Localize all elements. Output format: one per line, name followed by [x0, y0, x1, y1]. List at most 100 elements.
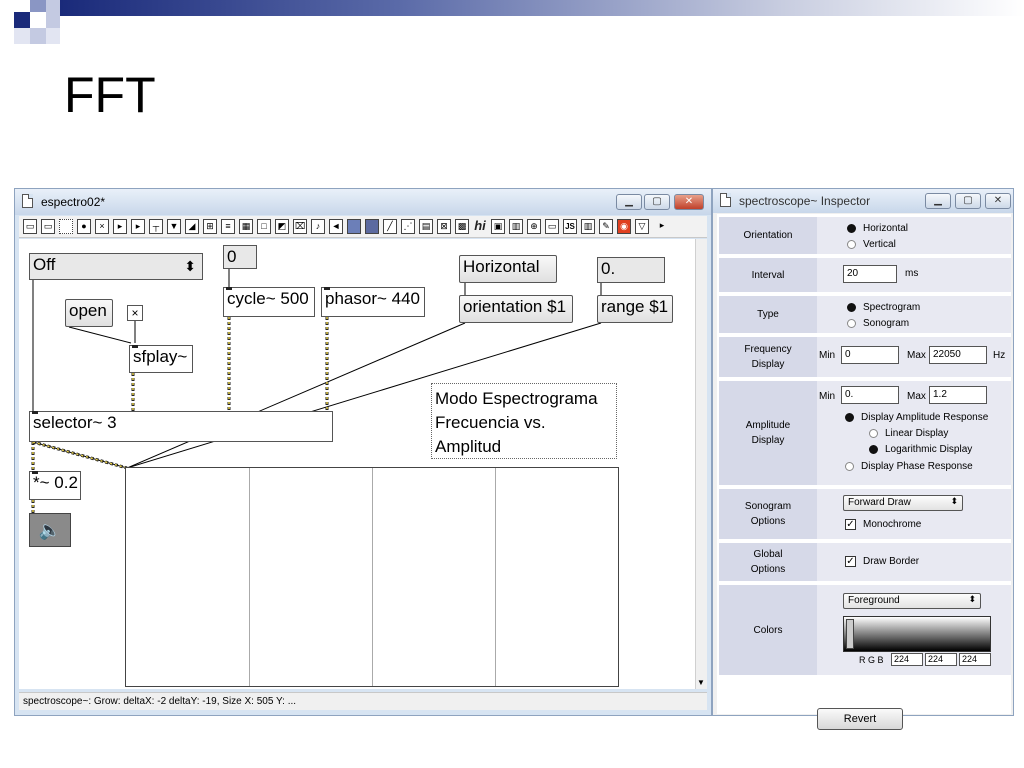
inspector-window: spectroscope~ Inspector ▁ ▢ ✕ Orientatio… [712, 188, 1014, 730]
vertical-scrollbar[interactable]: ▼ [695, 239, 707, 689]
palette-menu-icon[interactable]: ≡ [221, 219, 235, 234]
inlet [132, 345, 138, 348]
scroll-down-icon[interactable]: ▼ [697, 678, 705, 687]
signal-cord [32, 441, 128, 469]
spectrogram-radio[interactable] [847, 303, 856, 312]
palette-js-icon[interactable]: JS [563, 219, 577, 234]
signal-cord [32, 440, 128, 470]
vertical-radio[interactable] [847, 240, 856, 249]
palette-object-icon[interactable]: ▭ [23, 219, 37, 234]
number-box-int[interactable]: 0 [223, 245, 257, 269]
color-target-dropdown[interactable]: Foreground ⬍ [843, 593, 981, 609]
freq-max-field[interactable]: 22050 [929, 346, 987, 364]
palette-pencil-icon[interactable]: ✎ [599, 219, 613, 234]
phasor-object[interactable]: phasor~ 440 [321, 287, 425, 317]
palette-tab-icon[interactable]: ▣ [491, 219, 505, 234]
palette-more-icon[interactable]: ▸ [655, 219, 669, 234]
palette-number-icon[interactable]: ▸ [113, 219, 127, 234]
patcher-canvas[interactable]: Off ⬍ 0 open × sfplay~ cycle~ 500 phasor… [19, 239, 697, 689]
palette-preset-icon[interactable]: ▥ [509, 219, 523, 234]
palette-message-icon[interactable]: ▭ [41, 219, 55, 234]
palette-speaker-icon[interactable]: ◄ [329, 219, 343, 234]
maximize-button[interactable]: ▢ [955, 193, 981, 209]
inspector-title-bar[interactable]: spectroscope~ Inspector ▁ ▢ ✕ [713, 189, 1013, 213]
palette-keyboard-icon[interactable]: ▥ [581, 219, 595, 234]
sfplay-object[interactable]: sfplay~ [129, 345, 193, 373]
blue-value[interactable]: 224 [959, 653, 991, 666]
selector-object[interactable]: selector~ 3 [29, 411, 333, 442]
monochrome-checkbox[interactable]: ✓ [845, 519, 856, 530]
color-slider-handle[interactable] [846, 619, 854, 649]
phase-response-radio[interactable] [845, 462, 854, 471]
close-button[interactable]: ✕ [674, 194, 704, 210]
palette-kslider-icon[interactable]: ▼ [167, 219, 181, 234]
loop-toggle[interactable]: × [127, 305, 143, 321]
palette-button-icon[interactable]: ● [77, 219, 91, 234]
palette-pictslider-icon[interactable]: ◩ [275, 219, 289, 234]
minimize-button[interactable]: ▁ [925, 193, 951, 209]
palette-textedit-icon[interactable]: ▭ [545, 219, 559, 234]
palette-swatch-icon[interactable]: ▽ [635, 219, 649, 234]
freq-min-field[interactable]: 0 [841, 346, 899, 364]
orientation-message[interactable]: orientation $1 [459, 295, 573, 323]
type-section: Type Spectrogram Sonogram [719, 296, 1011, 333]
red-value[interactable]: 224 [891, 653, 923, 666]
palette-lcd-icon[interactable]: □ [257, 219, 271, 234]
palette-colorpicker-icon[interactable]: ◉ [617, 219, 631, 234]
palette-float-icon[interactable]: ▸ [131, 219, 145, 234]
palette-comment-icon[interactable] [59, 219, 73, 234]
gain-object[interactable]: *~ 0.2 [29, 471, 81, 500]
speaker-output[interactable]: 🔈 [29, 513, 71, 547]
check-icon: ✓ [846, 556, 855, 567]
interval-field[interactable]: 20 [843, 265, 897, 283]
status-text: spectroscope~: Grow: deltaX: -2 deltaY: … [23, 696, 297, 707]
palette-hi-icon[interactable]: hi [473, 219, 487, 234]
draw-mode-dropdown[interactable]: Forward Draw ⬍ [843, 495, 963, 511]
amp-min-field[interactable]: 0. [841, 386, 899, 404]
amp-max-field[interactable]: 1.2 [929, 386, 987, 404]
maximize-button[interactable]: ▢ [644, 194, 670, 210]
palette-multislider-icon[interactable]: ▤ [419, 219, 433, 234]
palette-scope-icon[interactable] [347, 219, 361, 234]
palette-gain-icon[interactable]: ♪ [311, 219, 325, 234]
palette-table-icon[interactable]: ⊠ [437, 219, 451, 234]
patcher-title-bar[interactable]: espectro02* ▁ ▢ ✕ [15, 189, 711, 215]
cycle-object-label: cycle~ 500 [227, 289, 309, 308]
minimize-button[interactable]: ▁ [616, 194, 642, 210]
palette-function-icon[interactable]: ⋰ [401, 219, 415, 234]
green-value-text: 224 [928, 654, 944, 664]
palette-matrix-icon[interactable]: ⊞ [203, 219, 217, 234]
color-swatch[interactable] [843, 616, 991, 652]
cycle-object[interactable]: cycle~ 500 [223, 287, 315, 317]
horizontal-radio[interactable] [847, 224, 856, 233]
palette-grid-icon[interactable]: ▩ [455, 219, 469, 234]
horizontal-message[interactable]: Horizontal [459, 255, 557, 283]
updown-arrow-icon: ⬍ [968, 594, 976, 604]
orientation-label: Orientation [743, 230, 793, 241]
palette-spectro-icon[interactable] [365, 219, 379, 234]
draw-border-checkbox[interactable]: ✓ [845, 556, 856, 567]
close-button[interactable]: ✕ [985, 193, 1011, 209]
palette-filtergraph-icon[interactable]: ╱ [383, 219, 397, 234]
sonogram-radio[interactable] [847, 319, 856, 328]
palette-toggle-icon[interactable]: × [95, 219, 109, 234]
revert-button[interactable]: Revert [817, 708, 903, 730]
palette-meter-icon[interactable]: ⌧ [293, 219, 307, 234]
linear-display-radio[interactable] [869, 429, 878, 438]
type-label: Type [757, 309, 779, 320]
palette-ubutton-icon[interactable]: ⊕ [527, 219, 541, 234]
logarithmic-display-radio[interactable] [869, 445, 878, 454]
amplitude-display-label: Amplitude Display [719, 381, 817, 485]
palette-panel-icon[interactable]: ▦ [239, 219, 253, 234]
palette-slider-icon[interactable]: ┬ [149, 219, 163, 234]
off-menu[interactable]: Off ⬍ [29, 253, 203, 280]
spectroscope-display[interactable] [125, 467, 619, 687]
range-message[interactable]: range $1 [597, 295, 673, 323]
number-box-float-value: 0. [601, 259, 616, 278]
amplitude-response-radio[interactable] [845, 413, 854, 422]
green-value[interactable]: 224 [925, 653, 957, 666]
palette-dial-icon[interactable]: ◢ [185, 219, 199, 234]
open-message[interactable]: open [65, 299, 113, 327]
deco-square [14, 12, 30, 28]
number-box-float[interactable]: 0. [597, 257, 665, 283]
